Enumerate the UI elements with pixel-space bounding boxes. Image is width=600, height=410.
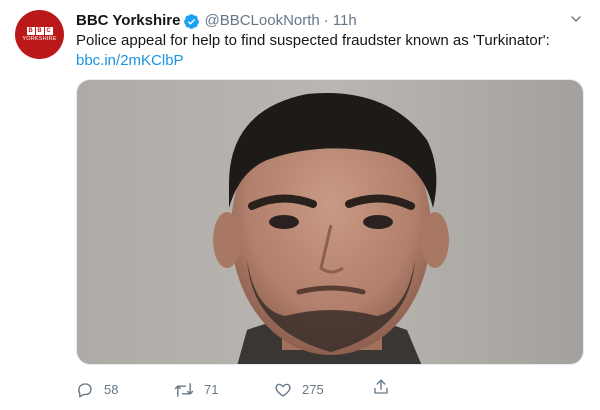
tweet-body: Police appeal for help to find suspected…: [76, 32, 550, 49]
account-name[interactable]: BBC Yorkshire: [76, 11, 180, 31]
like-icon: [275, 383, 291, 397]
verified-badge-icon: [183, 13, 200, 30]
tweet-header: BBC Yorkshire @BBCLookNorth · 11h: [76, 11, 357, 31]
like-button[interactable]: 275: [274, 378, 324, 402]
share-button[interactable]: [372, 378, 390, 396]
tweet-link[interactable]: bbc.in/2mKClbP: [76, 52, 184, 69]
retweet-icon: [174, 383, 194, 397]
bbc-logo-letter: B: [35, 26, 44, 35]
bbc-logo-letter: B: [26, 26, 35, 35]
tweet-photo[interactable]: [76, 79, 584, 365]
bbc-logo-letter: C: [44, 26, 53, 35]
retweet-count: 71: [204, 382, 219, 397]
reply-button[interactable]: 58: [76, 378, 118, 402]
share-icon: [374, 379, 388, 394]
avatar[interactable]: B B C YORKSHIRE: [15, 10, 64, 59]
tweet-actions: 58 71 275: [76, 378, 406, 402]
retweet-button[interactable]: 71: [174, 378, 218, 402]
reply-count: 58: [104, 382, 119, 397]
bbc-logo: B B C: [26, 26, 53, 35]
bbc-logo-subtitle: YORKSHIRE: [22, 35, 57, 42]
mugshot-photo: [77, 80, 583, 364]
separator-dot: ·: [323, 12, 329, 29]
tweet-text: Police appeal for help to find suspected…: [76, 31, 581, 71]
tweet-timestamp[interactable]: 11h: [333, 11, 357, 31]
tweet[interactable]: B B C YORKSHIRE BBC Yorkshire @BBCLookNo…: [0, 0, 600, 410]
account-handle[interactable]: @BBCLookNorth: [204, 11, 319, 31]
reply-icon: [78, 383, 92, 398]
like-count: 275: [302, 382, 324, 397]
chevron-down-icon[interactable]: [568, 11, 584, 27]
